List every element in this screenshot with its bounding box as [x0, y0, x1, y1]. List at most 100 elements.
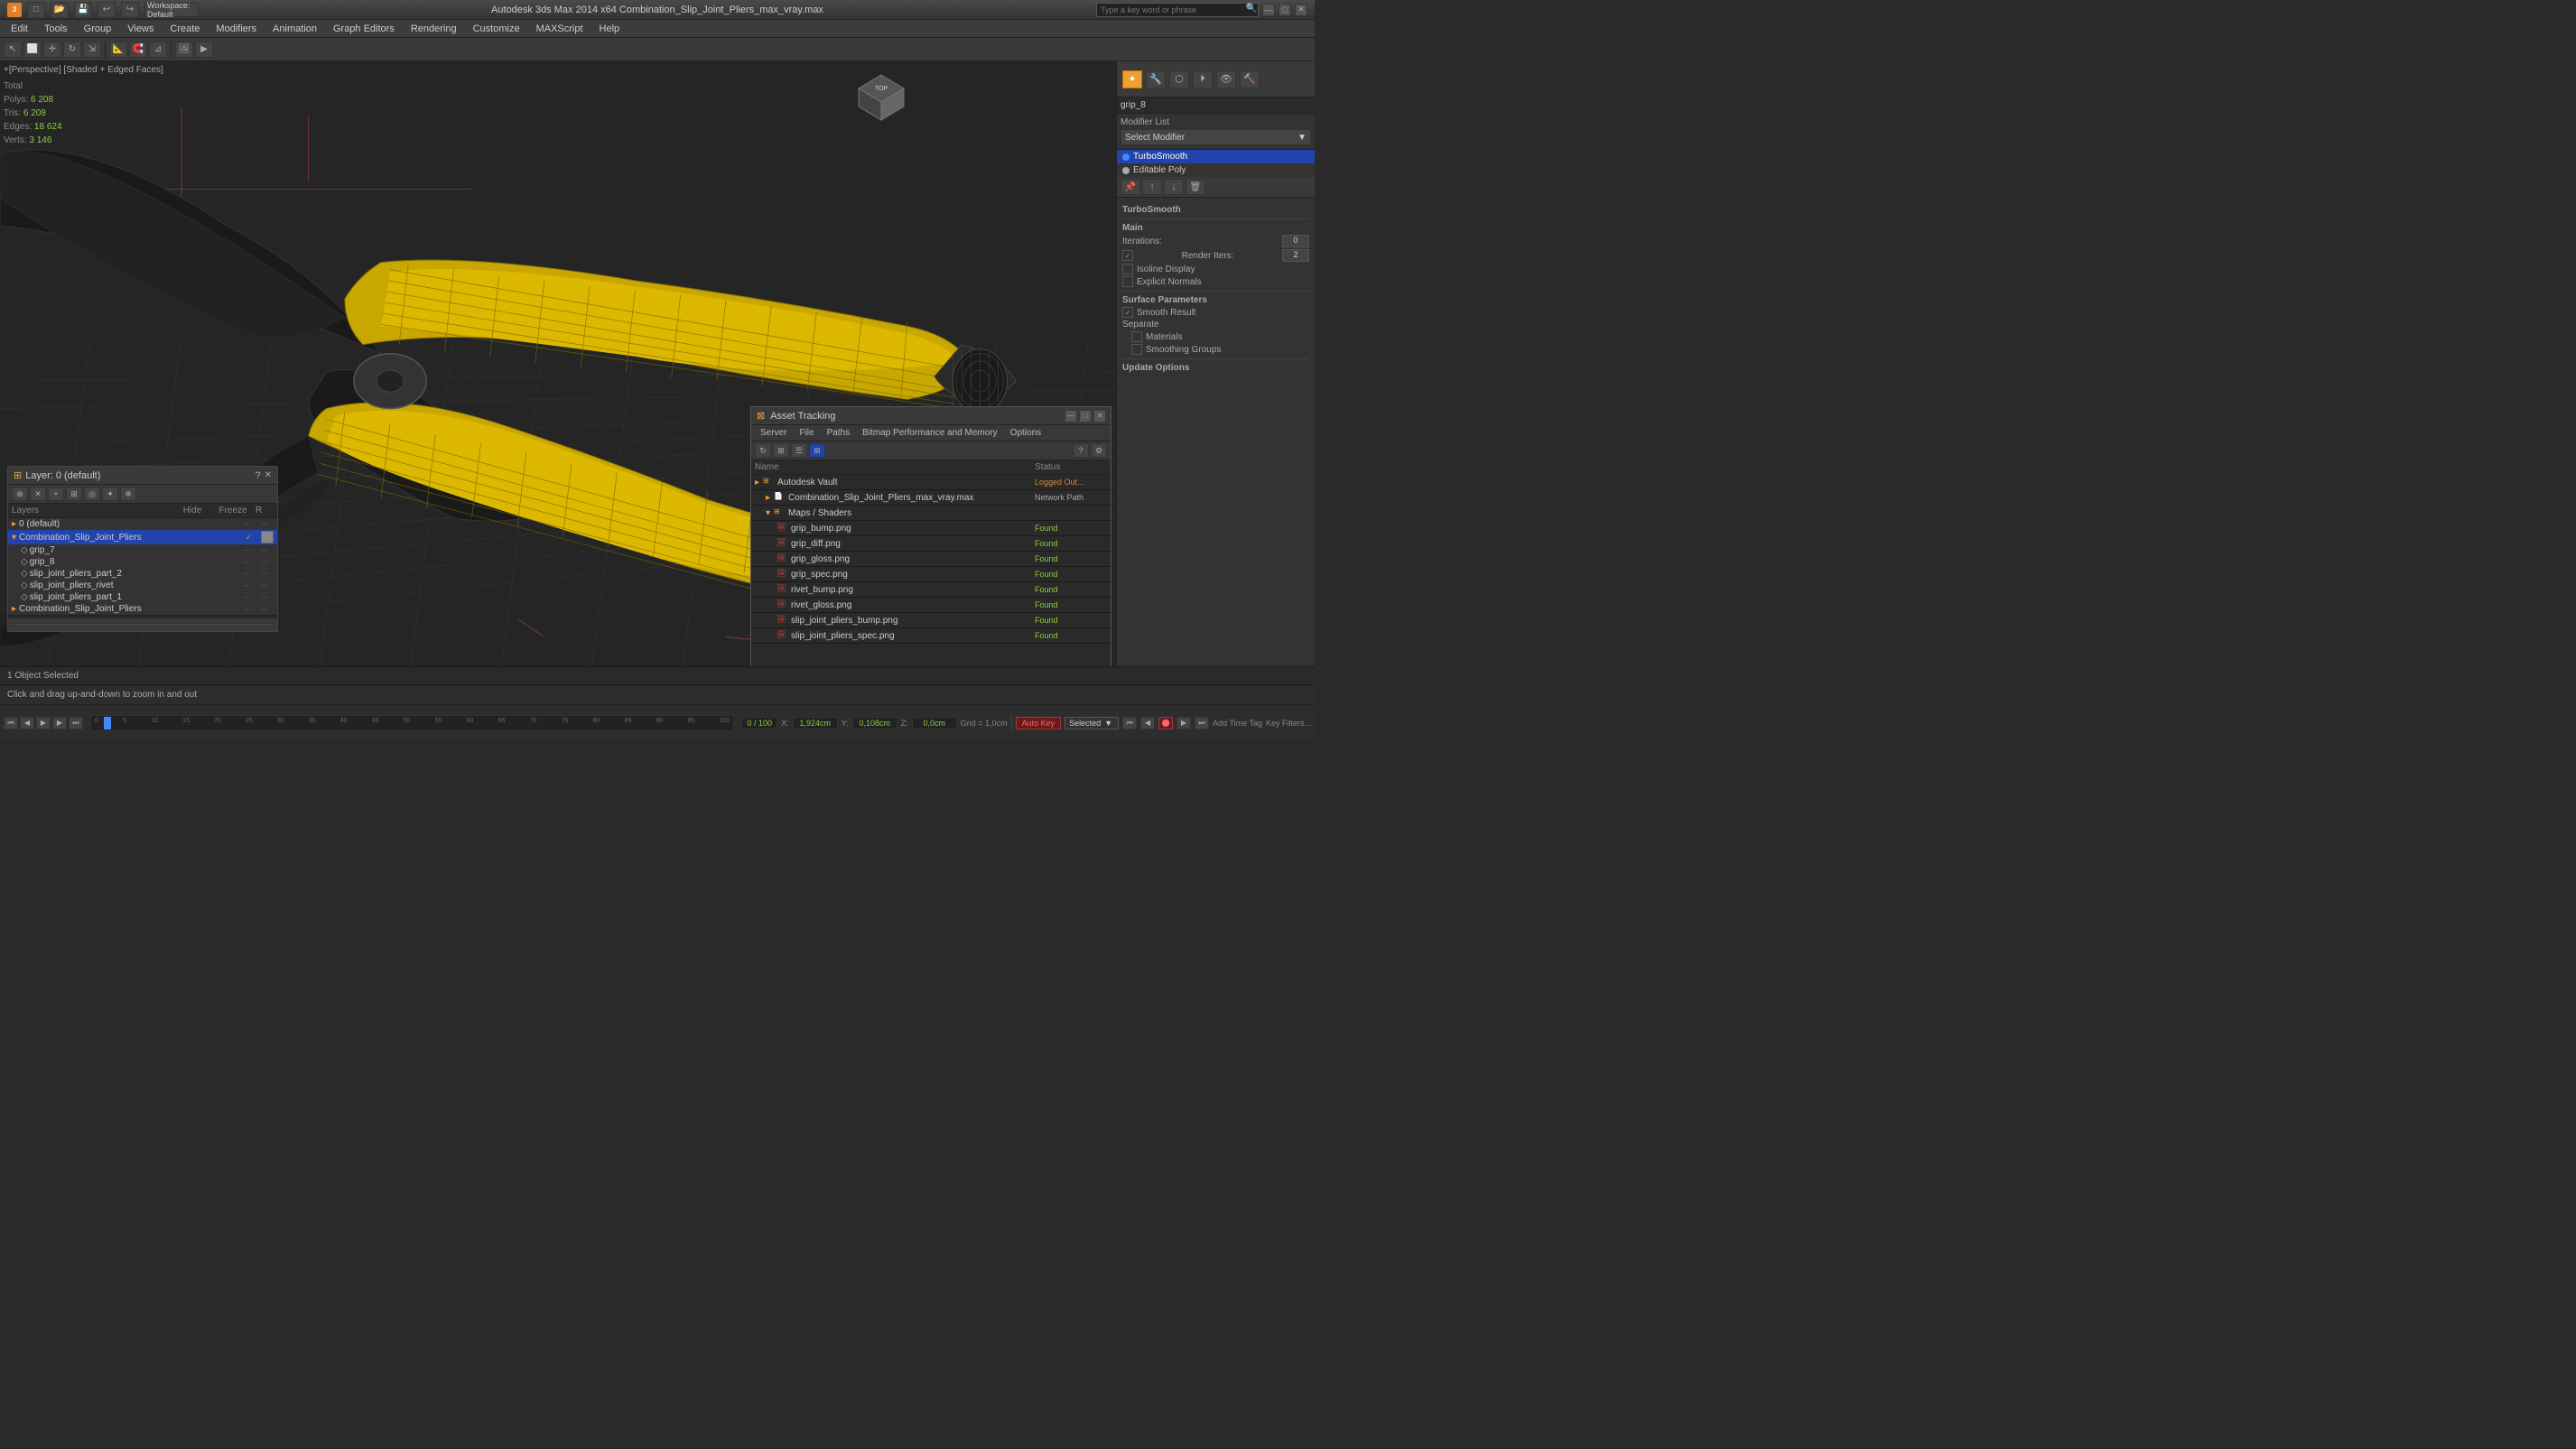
modifier-turbosmooth[interactable]: TurboSmooth [1117, 150, 1315, 163]
layer-new-btn[interactable]: ⊕ [12, 487, 28, 501]
layer-highlight-btn[interactable]: ✦ [102, 487, 118, 501]
key-prev-btn[interactable]: ◀ [1140, 717, 1155, 729]
layer-row-0[interactable]: ▸ 0 (default) — — [8, 518, 277, 530]
key-add-btn[interactable]: ⬤ [1158, 717, 1173, 729]
render-iters-checkbox[interactable] [1122, 250, 1133, 261]
select-btn[interactable]: ↖ [4, 42, 22, 58]
smoothing-groups-checkbox[interactable] [1131, 344, 1142, 355]
layer-hide-0[interactable]: — [237, 520, 256, 528]
asset-menu-bitmap[interactable]: Bitmap Performance and Memory [857, 427, 1003, 439]
modify-tab[interactable]: 🔧 [1146, 70, 1166, 88]
asset-menu-paths[interactable]: Paths [822, 427, 856, 439]
layer-panel-close[interactable]: ✕ [265, 470, 272, 481]
layer-hide-3[interactable]: — [237, 558, 256, 566]
asset-row-rivet-bump[interactable]: 🖼 rivet_bump.png Found [751, 582, 1111, 598]
layer-freeze-3[interactable]: — [256, 558, 274, 566]
asset-menu-file[interactable]: File [794, 427, 819, 439]
layer-row-grip8[interactable]: ◇ grip_8 — — [17, 556, 277, 568]
layer-freeze-0[interactable]: — [256, 520, 274, 528]
layer-panel-help[interactable]: ? [255, 470, 260, 481]
asset-copy-btn[interactable]: ⊞ [773, 443, 789, 458]
asset-menu-server[interactable]: Server [755, 427, 792, 439]
motion-tab[interactable]: ⏵ [1193, 70, 1213, 88]
rotate-btn[interactable]: ↻ [63, 42, 81, 58]
key-end-btn[interactable]: ⏭ [1195, 717, 1209, 729]
goto-start-btn[interactable]: ⏮ [4, 717, 18, 729]
render-btn[interactable]: 🖼 [175, 42, 193, 58]
asset-row-grip-gloss[interactable]: 🖼 grip_gloss.png Found [751, 552, 1111, 567]
layer-freeze-6[interactable]: — [256, 593, 274, 601]
explicit-normals-checkbox[interactable] [1122, 276, 1133, 287]
layer-delete-btn[interactable]: ✕ [30, 487, 46, 501]
x-coord[interactable]: 1,924cm [793, 717, 838, 729]
modifier-dropdown[interactable]: Select Modifier ▼ [1121, 129, 1311, 145]
render-iters-input[interactable]: 2 [1282, 249, 1309, 262]
layer-row-rivet[interactable]: ◇ slip_joint_pliers_rivet — — [17, 580, 277, 591]
select-region-btn[interactable]: ⬜ [23, 42, 42, 58]
asset-menu-options[interactable]: Options [1005, 427, 1046, 439]
asset-close-btn[interactable]: ✕ [1094, 411, 1105, 422]
key-mode-btn[interactable]: ⏮ [1122, 717, 1137, 729]
menu-tools[interactable]: Tools [37, 22, 75, 36]
goto-end-btn[interactable]: ⏭ [69, 717, 83, 729]
asset-tree-btn[interactable]: ⊞ [809, 443, 825, 458]
asset-settings-btn[interactable]: ⚙ [1091, 443, 1107, 458]
asset-row-grip-diff[interactable]: 🖼 grip_diff.png Found [751, 536, 1111, 552]
save-btn[interactable]: 💾 [74, 2, 92, 18]
workspace-dropdown[interactable]: Workspace: Default [144, 3, 199, 17]
display-tab[interactable]: 👁 [1216, 70, 1236, 88]
asset-row-grip-bump[interactable]: 🖼 grip_bump.png Found [751, 521, 1111, 536]
next-frame-btn[interactable]: ▶ [52, 717, 67, 729]
layer-hide-5[interactable]: — [237, 581, 256, 590]
modifier-down-btn[interactable]: ↓ [1164, 179, 1184, 195]
menu-views[interactable]: Views [120, 22, 161, 36]
menu-rendering[interactable]: Rendering [404, 22, 464, 36]
asset-row-sjp-bump[interactable]: 🖼 slip_joint_pliers_bump.png Found [751, 613, 1111, 628]
layer-scroll-bar[interactable] [8, 618, 277, 631]
layer-hide-4[interactable]: — [237, 570, 256, 578]
key-filters-btn[interactable]: Key Filters... [1266, 719, 1311, 728]
utilities-tab[interactable]: 🔨 [1240, 70, 1260, 88]
add-time-tag-btn[interactable]: Add Time Tag [1213, 719, 1262, 728]
nav-cube[interactable]: TOP [854, 70, 908, 125]
asset-row-grip-spec[interactable]: 🖼 grip_spec.png Found [751, 567, 1111, 582]
layer-row-grip7[interactable]: ◇ grip_7 — — [17, 544, 277, 556]
layer-hide-7[interactable]: — [237, 605, 256, 613]
timeline-scrubber[interactable]: 0510152025303540455055606570758085909510… [90, 715, 734, 731]
asset-list-btn[interactable]: ☰ [791, 443, 807, 458]
y-coord[interactable]: 0,108cm [852, 717, 897, 729]
modifier-delete-btn[interactable]: 🗑 [1186, 179, 1205, 195]
menu-animation[interactable]: Animation [265, 22, 324, 36]
modifier-up-btn[interactable]: ↑ [1142, 179, 1162, 195]
menu-graph-editors[interactable]: Graph Editors [326, 22, 402, 36]
isoline-checkbox[interactable] [1122, 264, 1133, 274]
open-btn[interactable]: 📂 [51, 2, 69, 18]
layer-add-btn[interactable]: + [48, 487, 64, 501]
asset-row-rivet-gloss[interactable]: 🖼 rivet_gloss.png Found [751, 598, 1111, 613]
layer-freeze-btn[interactable]: ❄ [120, 487, 136, 501]
search-input[interactable] [1096, 3, 1259, 17]
key-next-btn[interactable]: ▶ [1176, 717, 1191, 729]
layer-select-btn[interactable]: ◎ [84, 487, 100, 501]
prev-frame-btn[interactable]: ◀ [20, 717, 34, 729]
new-btn[interactable]: □ [27, 2, 45, 18]
minimize-button[interactable]: — [1262, 4, 1275, 16]
hierarchy-tab[interactable]: ⬡ [1169, 70, 1189, 88]
asset-row-sjp-spec[interactable]: 🖼 slip_joint_pliers_spec.png Found [751, 628, 1111, 644]
create-tab[interactable]: ✦ [1122, 70, 1142, 88]
layer-freeze-7[interactable]: — [256, 605, 274, 613]
modifier-editablepoly[interactable]: Editable Poly [1117, 163, 1315, 177]
layer-row-combination[interactable]: ▾ Combination_Slip_Joint_Pliers ✓ [8, 530, 277, 544]
asset-refresh-btn[interactable]: ↻ [755, 443, 771, 458]
maximize-button[interactable]: □ [1279, 4, 1291, 16]
play-btn[interactable]: ▶ [36, 717, 51, 729]
quick-render-btn[interactable]: ▶ [195, 42, 213, 58]
layer-row-part1[interactable]: ◇ slip_joint_pliers_part_1 — — [17, 591, 277, 603]
asset-row-maxfile[interactable]: ▸ 📄 Combination_Slip_Joint_Pliers_max_vr… [751, 490, 1111, 506]
asset-minimize-btn[interactable]: — [1065, 411, 1076, 422]
asset-help-btn[interactable]: ? [1073, 443, 1089, 458]
z-coord[interactable]: 0,0cm [912, 717, 957, 729]
scale-btn[interactable]: ⇲ [83, 42, 101, 58]
redo-btn[interactable]: ↪ [121, 2, 139, 18]
iterations-input[interactable]: 0 [1282, 235, 1309, 247]
